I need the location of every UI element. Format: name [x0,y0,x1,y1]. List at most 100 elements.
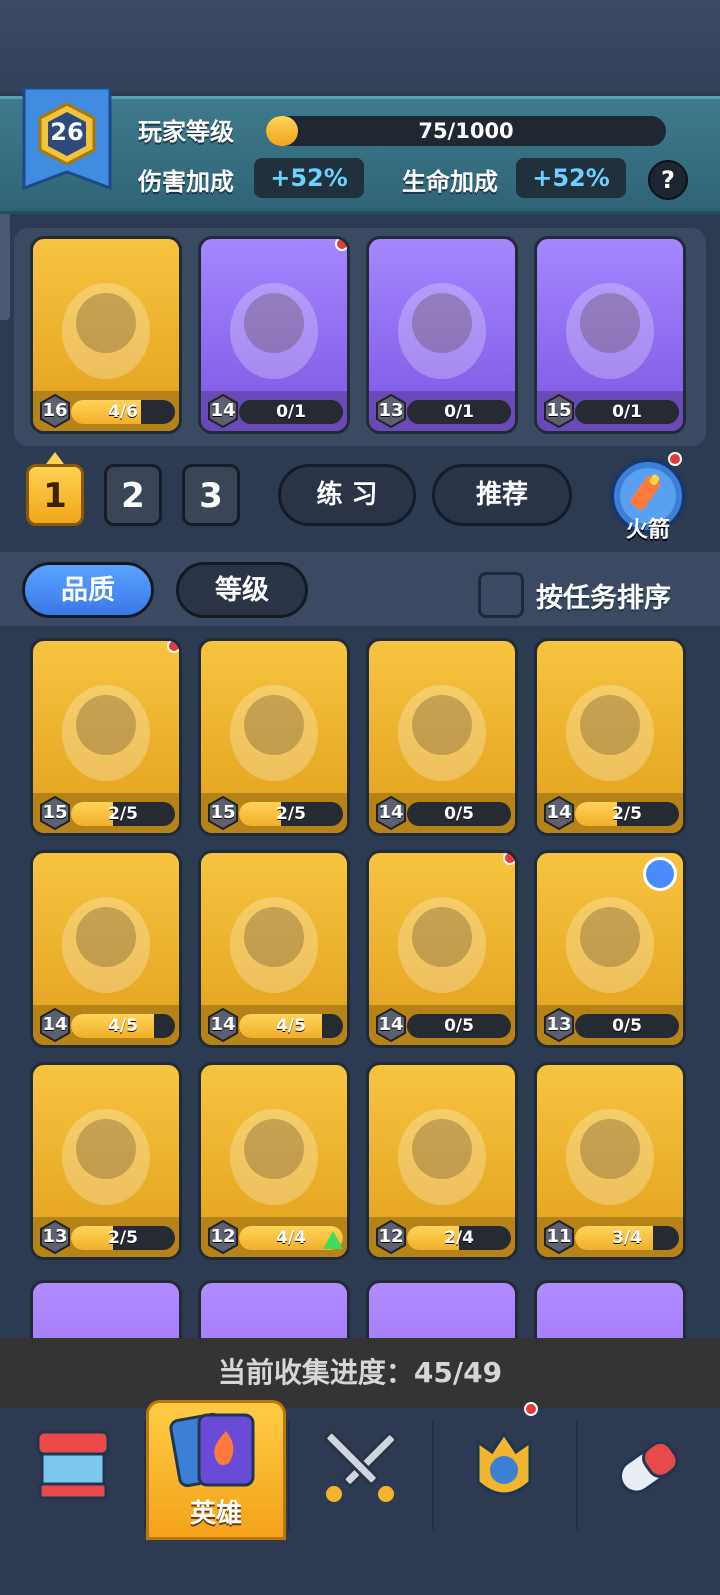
hero-level: 13 [378,400,404,421]
rocket-notification-dot [668,452,682,466]
team-tab-2[interactable]: 2 [104,464,162,526]
hero-shard-text: 2/5 [612,804,642,824]
hero-level: 11 [546,1226,572,1247]
hero-shard-progress: 3/4 [575,1226,679,1250]
hero-shard-progress: 0/1 [239,400,343,424]
hero-shard-text: 3/4 [612,1228,642,1248]
hero-level-badge: 12 [205,1219,241,1255]
hero-card-partial[interactable] [534,1280,686,1339]
hero-shard-text: 2/4 [444,1228,474,1248]
hero-level: 14 [378,1014,404,1035]
hero-card[interactable]: 14 4/5 [198,850,350,1048]
team-tab-indicator [46,452,64,464]
team-tab-3[interactable]: 3 [182,464,240,526]
hero-shard-text: 0/5 [444,1016,474,1036]
hero-card[interactable]: 14 0/5 [366,850,518,1048]
nav-heroes[interactable]: 英雄 [146,1400,286,1540]
hero-shard-progress: 0/1 [407,400,511,424]
hero-shard-text: 0/1 [444,402,474,422]
skill-bubble-icon [643,857,677,891]
sort-level-button[interactable]: 等级 [176,562,308,618]
hero-card[interactable]: 12 2/4 [366,1062,518,1260]
hero-card-partial[interactable] [366,1280,518,1339]
hero-card[interactable]: 13 0/5 [534,850,686,1048]
hero-grid: 15 2/5 15 2/5 14 0/5 14 2/5 14 4/5 14 4/5 14 0/5 13 0/5… [0,634,720,1339]
hp-bonus-value: +52% [516,158,626,198]
help-button[interactable]: ? [648,160,688,200]
hero-shard-progress: 0/5 [407,1014,511,1038]
hero-card[interactable]: 14 2/5 [534,638,686,836]
rocket-button[interactable]: 火箭 [606,452,690,543]
hero-card-partial[interactable] [30,1280,182,1339]
hero-shard-progress: 0/1 [575,400,679,424]
hero-level: 15 [210,802,236,823]
hero-card[interactable]: 11 3/4 [534,1062,686,1260]
hero-level: 13 [546,1014,572,1035]
task-sort-checkbox[interactable] [478,572,524,618]
nav-heroes-label: 英雄 [189,1499,242,1529]
hero-level-badge: 14 [373,1007,409,1043]
hero-level: 12 [210,1226,236,1247]
hero-card[interactable]: 15 0/1 [534,236,686,434]
hero-card[interactable]: 14 4/5 [30,850,182,1048]
hero-level: 14 [210,400,236,421]
hero-card[interactable]: 14 0/5 [366,638,518,836]
hero-level-badge: 13 [373,393,409,429]
player-level-value: 26 [50,118,84,146]
hero-shard-progress: 2/5 [239,802,343,826]
team-tab-1[interactable]: 1 [26,464,84,526]
hero-level: 14 [378,802,404,823]
hero-card[interactable]: 14 0/1 [198,236,350,434]
hero-shard-text: 2/5 [108,1228,138,1248]
hero-level-badge: 16 [37,393,73,429]
hero-level: 16 [42,400,68,421]
xp-progress-text: 75/1000 [418,119,514,143]
hero-level-badge: 15 [37,795,73,831]
side-drawer-tab[interactable] [0,200,10,320]
hero-level-badge: 15 [541,393,577,429]
nav-rank[interactable] [432,1402,576,1538]
nav-gacha[interactable] [576,1408,720,1538]
spider-hero-icon [369,1065,515,1223]
hero-shard-text: 0/5 [612,1016,642,1036]
xp-progress-bar: 75/1000 [266,116,666,146]
hero-level: 13 [42,1226,68,1247]
hero-shard-text: 0/1 [276,402,306,422]
hero-level-badge: 13 [541,1007,577,1043]
hero-level-badge: 13 [37,1219,73,1255]
sort-quality-button[interactable]: 品质 [22,562,154,618]
player-level-badge[interactable]: 26 [22,86,112,198]
hero-card[interactable]: 16 4/6 [30,236,182,434]
hero-card-partial[interactable] [198,1280,350,1339]
upgrade-arrow-icon [323,1231,343,1249]
nav-shop[interactable] [0,1408,144,1538]
hero-shard-text: 2/5 [276,804,306,824]
storm-ghost-hero-icon [537,641,683,799]
white-cat-hero-icon [33,641,179,799]
practice-button[interactable]: 练 习 [278,464,416,526]
hero-card[interactable]: 15 2/5 [198,638,350,836]
pirate-captain-hero-icon [537,239,683,397]
nav-battle[interactable] [288,1408,432,1538]
hero-level: 15 [546,400,572,421]
hero-level-badge: 15 [205,795,241,831]
hero-card[interactable]: 15 2/5 [30,638,182,836]
hero-level-badge: 14 [373,795,409,831]
tribal-girl-hero-icon [201,641,347,799]
fox-mask-girl-hero-icon [369,853,515,1011]
hero-card[interactable]: 13 2/5 [30,1062,182,1260]
hero-shard-progress: 4/6 [71,400,175,424]
hero-level-badge: 12 [373,1219,409,1255]
hero-card[interactable]: 12 4/4 [198,1062,350,1260]
hero-shard-progress: 2/5 [71,802,175,826]
bat-hero-icon [201,1065,347,1223]
recommend-button[interactable]: 推荐 [432,464,572,526]
hero-level: 12 [378,1226,404,1247]
hero-shard-text: 0/5 [444,804,474,824]
hero-level-badge: 14 [37,1007,73,1043]
crossed-swords-icon [324,1430,398,1502]
masked-shaman-hero-icon [369,641,515,799]
jade-mage-hero-icon [201,239,347,397]
wolf-hero-icon [201,853,347,1011]
hero-card[interactable]: 13 0/1 [366,236,518,434]
